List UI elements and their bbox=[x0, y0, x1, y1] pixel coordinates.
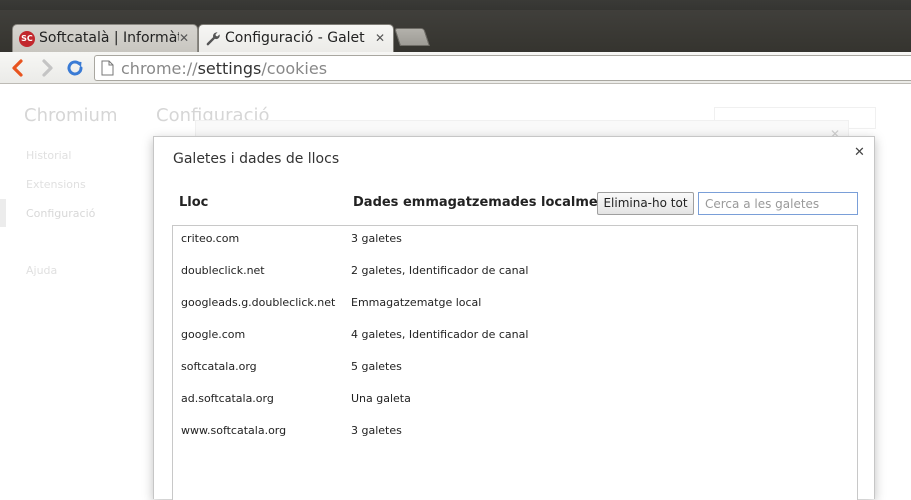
site-name: googleads.g.doubleclick.net bbox=[181, 296, 336, 309]
site-data: 2 galetes, Identificador de canal bbox=[351, 264, 529, 277]
site-name: softcatala.org bbox=[181, 360, 257, 373]
list-item[interactable]: www.softcatala.org 3 galetes bbox=[173, 418, 857, 450]
site-name: ad.softcatala.org bbox=[181, 392, 274, 405]
browser-toolbar: chrome://settings/cookies bbox=[0, 52, 911, 84]
forward-arrow-icon[interactable] bbox=[37, 58, 57, 78]
new-tab-button[interactable] bbox=[394, 28, 430, 46]
list-item[interactable]: ad.softcatala.org Una galeta bbox=[173, 386, 857, 418]
site-name: www.softcatala.org bbox=[181, 424, 287, 437]
site-data: Emmagatzematge local bbox=[351, 296, 482, 309]
sidebar-item-history[interactable]: Historial bbox=[26, 149, 71, 162]
sidebar-item-extensions[interactable]: Extensions bbox=[26, 178, 86, 191]
list-item[interactable]: softcatala.org 5 galetes bbox=[173, 354, 857, 386]
close-icon[interactable]: ✕ bbox=[854, 145, 865, 160]
sidebar-item-help[interactable]: Ajuda bbox=[26, 264, 57, 277]
address-bar[interactable]: chrome://settings/cookies bbox=[94, 55, 911, 81]
tab-strip: SC Softcatalà | Informàtica ✕ Configurac… bbox=[0, 10, 911, 52]
tab-title: Softcatalà | Informàtica bbox=[39, 30, 179, 46]
list-item[interactable]: doubleclick.net 2 galetes, Identificador… bbox=[173, 258, 857, 290]
wrench-icon bbox=[206, 32, 220, 46]
brand-title: Chromium bbox=[24, 105, 118, 126]
site-name: google.com bbox=[181, 328, 246, 341]
reload-icon[interactable] bbox=[65, 58, 85, 78]
site-data: 5 galetes bbox=[351, 360, 402, 373]
tab-softcatala[interactable]: SC Softcatalà | Informàtica ✕ bbox=[12, 24, 198, 52]
site-data: 3 galetes bbox=[351, 424, 402, 437]
nav-selection-bar bbox=[0, 199, 6, 227]
site-name: doubleclick.net bbox=[181, 264, 265, 277]
page-icon bbox=[101, 60, 114, 76]
softcatala-icon: SC bbox=[19, 31, 35, 47]
list-item[interactable]: criteo.com 3 galetes bbox=[173, 226, 857, 258]
list-item[interactable]: google.com 4 galetes, Identificador de c… bbox=[173, 322, 857, 354]
site-data: 4 galetes, Identificador de canal bbox=[351, 328, 529, 341]
tab-title: Configuració - Galetes bbox=[225, 30, 365, 46]
site-name: criteo.com bbox=[181, 232, 240, 245]
dialog-title: Galetes i dades de llocs bbox=[173, 151, 340, 167]
close-icon[interactable]: ✕ bbox=[373, 31, 387, 45]
list-item[interactable]: googleads.g.doubleclick.net Emmagatzemat… bbox=[173, 290, 857, 322]
site-data: 3 galetes bbox=[351, 232, 402, 245]
back-arrow-icon[interactable] bbox=[8, 58, 28, 78]
cookie-list: criteo.com 3 galetes doubleclick.net 2 g… bbox=[172, 225, 858, 500]
remove-all-button[interactable]: Elimina-ho tot bbox=[597, 192, 694, 215]
cookie-search-input[interactable] bbox=[698, 192, 858, 215]
address-url: chrome://settings/cookies bbox=[121, 59, 327, 78]
url-scheme: chrome:// bbox=[121, 59, 198, 78]
close-icon[interactable]: ✕ bbox=[177, 31, 191, 45]
site-data: Una galeta bbox=[351, 392, 411, 405]
column-header-data: Dades emmagatzemades localment bbox=[353, 195, 614, 210]
url-path: cookies bbox=[266, 59, 328, 78]
cookies-dialog: Galetes i dades de llocs ✕ Lloc Dades em… bbox=[153, 136, 875, 500]
sidebar-item-settings[interactable]: Configuració bbox=[26, 207, 95, 220]
tab-configuracio[interactable]: Configuració - Galetes ✕ bbox=[198, 24, 394, 52]
column-header-site: Lloc bbox=[179, 195, 209, 210]
url-host: settings bbox=[197, 59, 262, 78]
